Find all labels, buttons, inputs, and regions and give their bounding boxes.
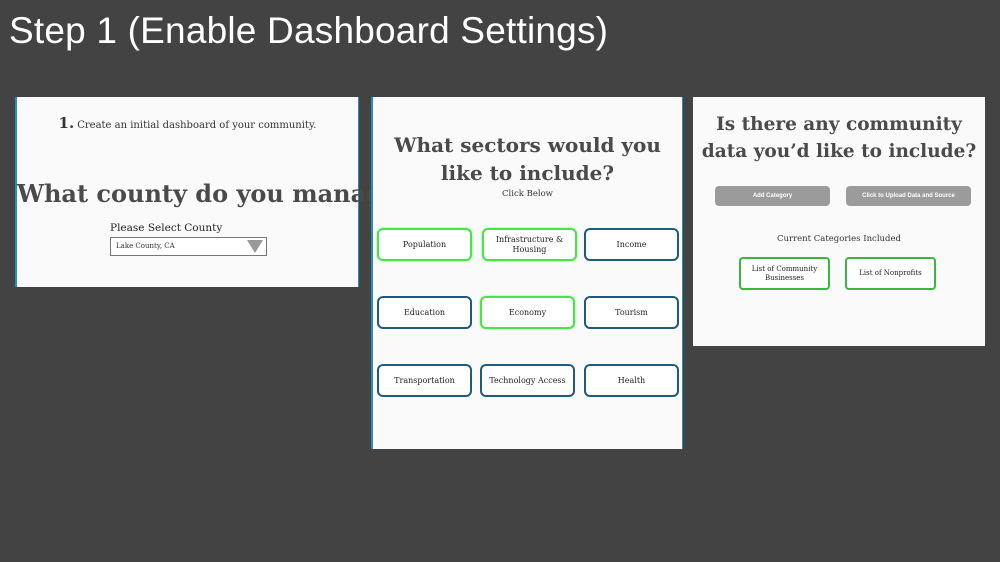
sector-health[interactable]: Health	[584, 364, 679, 397]
county-question: What county do you manage?	[17, 179, 413, 208]
county-select[interactable]: Lake County, CA	[110, 237, 267, 256]
sector-technology-access[interactable]: Technology Access	[480, 364, 575, 397]
step-text: Create an initial dashboard of your comm…	[77, 120, 317, 131]
add-category-button[interactable]: Add Category	[715, 186, 830, 206]
category-community-businesses[interactable]: List of Community Businesses	[739, 257, 830, 290]
sectors-panel: What sectors would you like to include? …	[371, 97, 683, 449]
click-below-label: Click Below	[502, 189, 553, 199]
sector-income[interactable]: Income	[584, 228, 679, 261]
county-select-label: Please Select County	[110, 222, 223, 234]
category-nonprofits[interactable]: List of Nonprofits	[845, 257, 936, 290]
sector-tourism[interactable]: Tourism	[584, 296, 679, 329]
sector-population[interactable]: Population	[377, 228, 472, 261]
slide-title: Step 1 (Enable Dashboard Settings)	[9, 10, 609, 51]
sector-infrastructure-housing[interactable]: Infrastructure & Housing	[482, 228, 577, 261]
upload-data-button[interactable]: Click to Upload Data and Source	[846, 186, 971, 206]
sector-transportation[interactable]: Transportation	[377, 364, 472, 397]
sector-economy[interactable]: Economy	[480, 296, 575, 329]
step-number: 1.	[58, 114, 75, 132]
sector-education[interactable]: Education	[377, 296, 472, 329]
county-select-value: Lake County, CA	[116, 242, 175, 250]
county-panel: 1. Create an initial dashboard of your co…	[15, 97, 413, 287]
sectors-question: What sectors would you like to include?	[394, 133, 661, 185]
community-data-panel: Is there any community data you’d like t…	[693, 97, 985, 346]
current-categories-label: Current Categories Included	[777, 234, 901, 244]
step-instruction: 1. Create an initial dashboard of your co…	[17, 114, 358, 132]
community-data-question: Is there any community data you’d like t…	[701, 114, 977, 162]
chevron-down-icon[interactable]	[247, 240, 263, 253]
